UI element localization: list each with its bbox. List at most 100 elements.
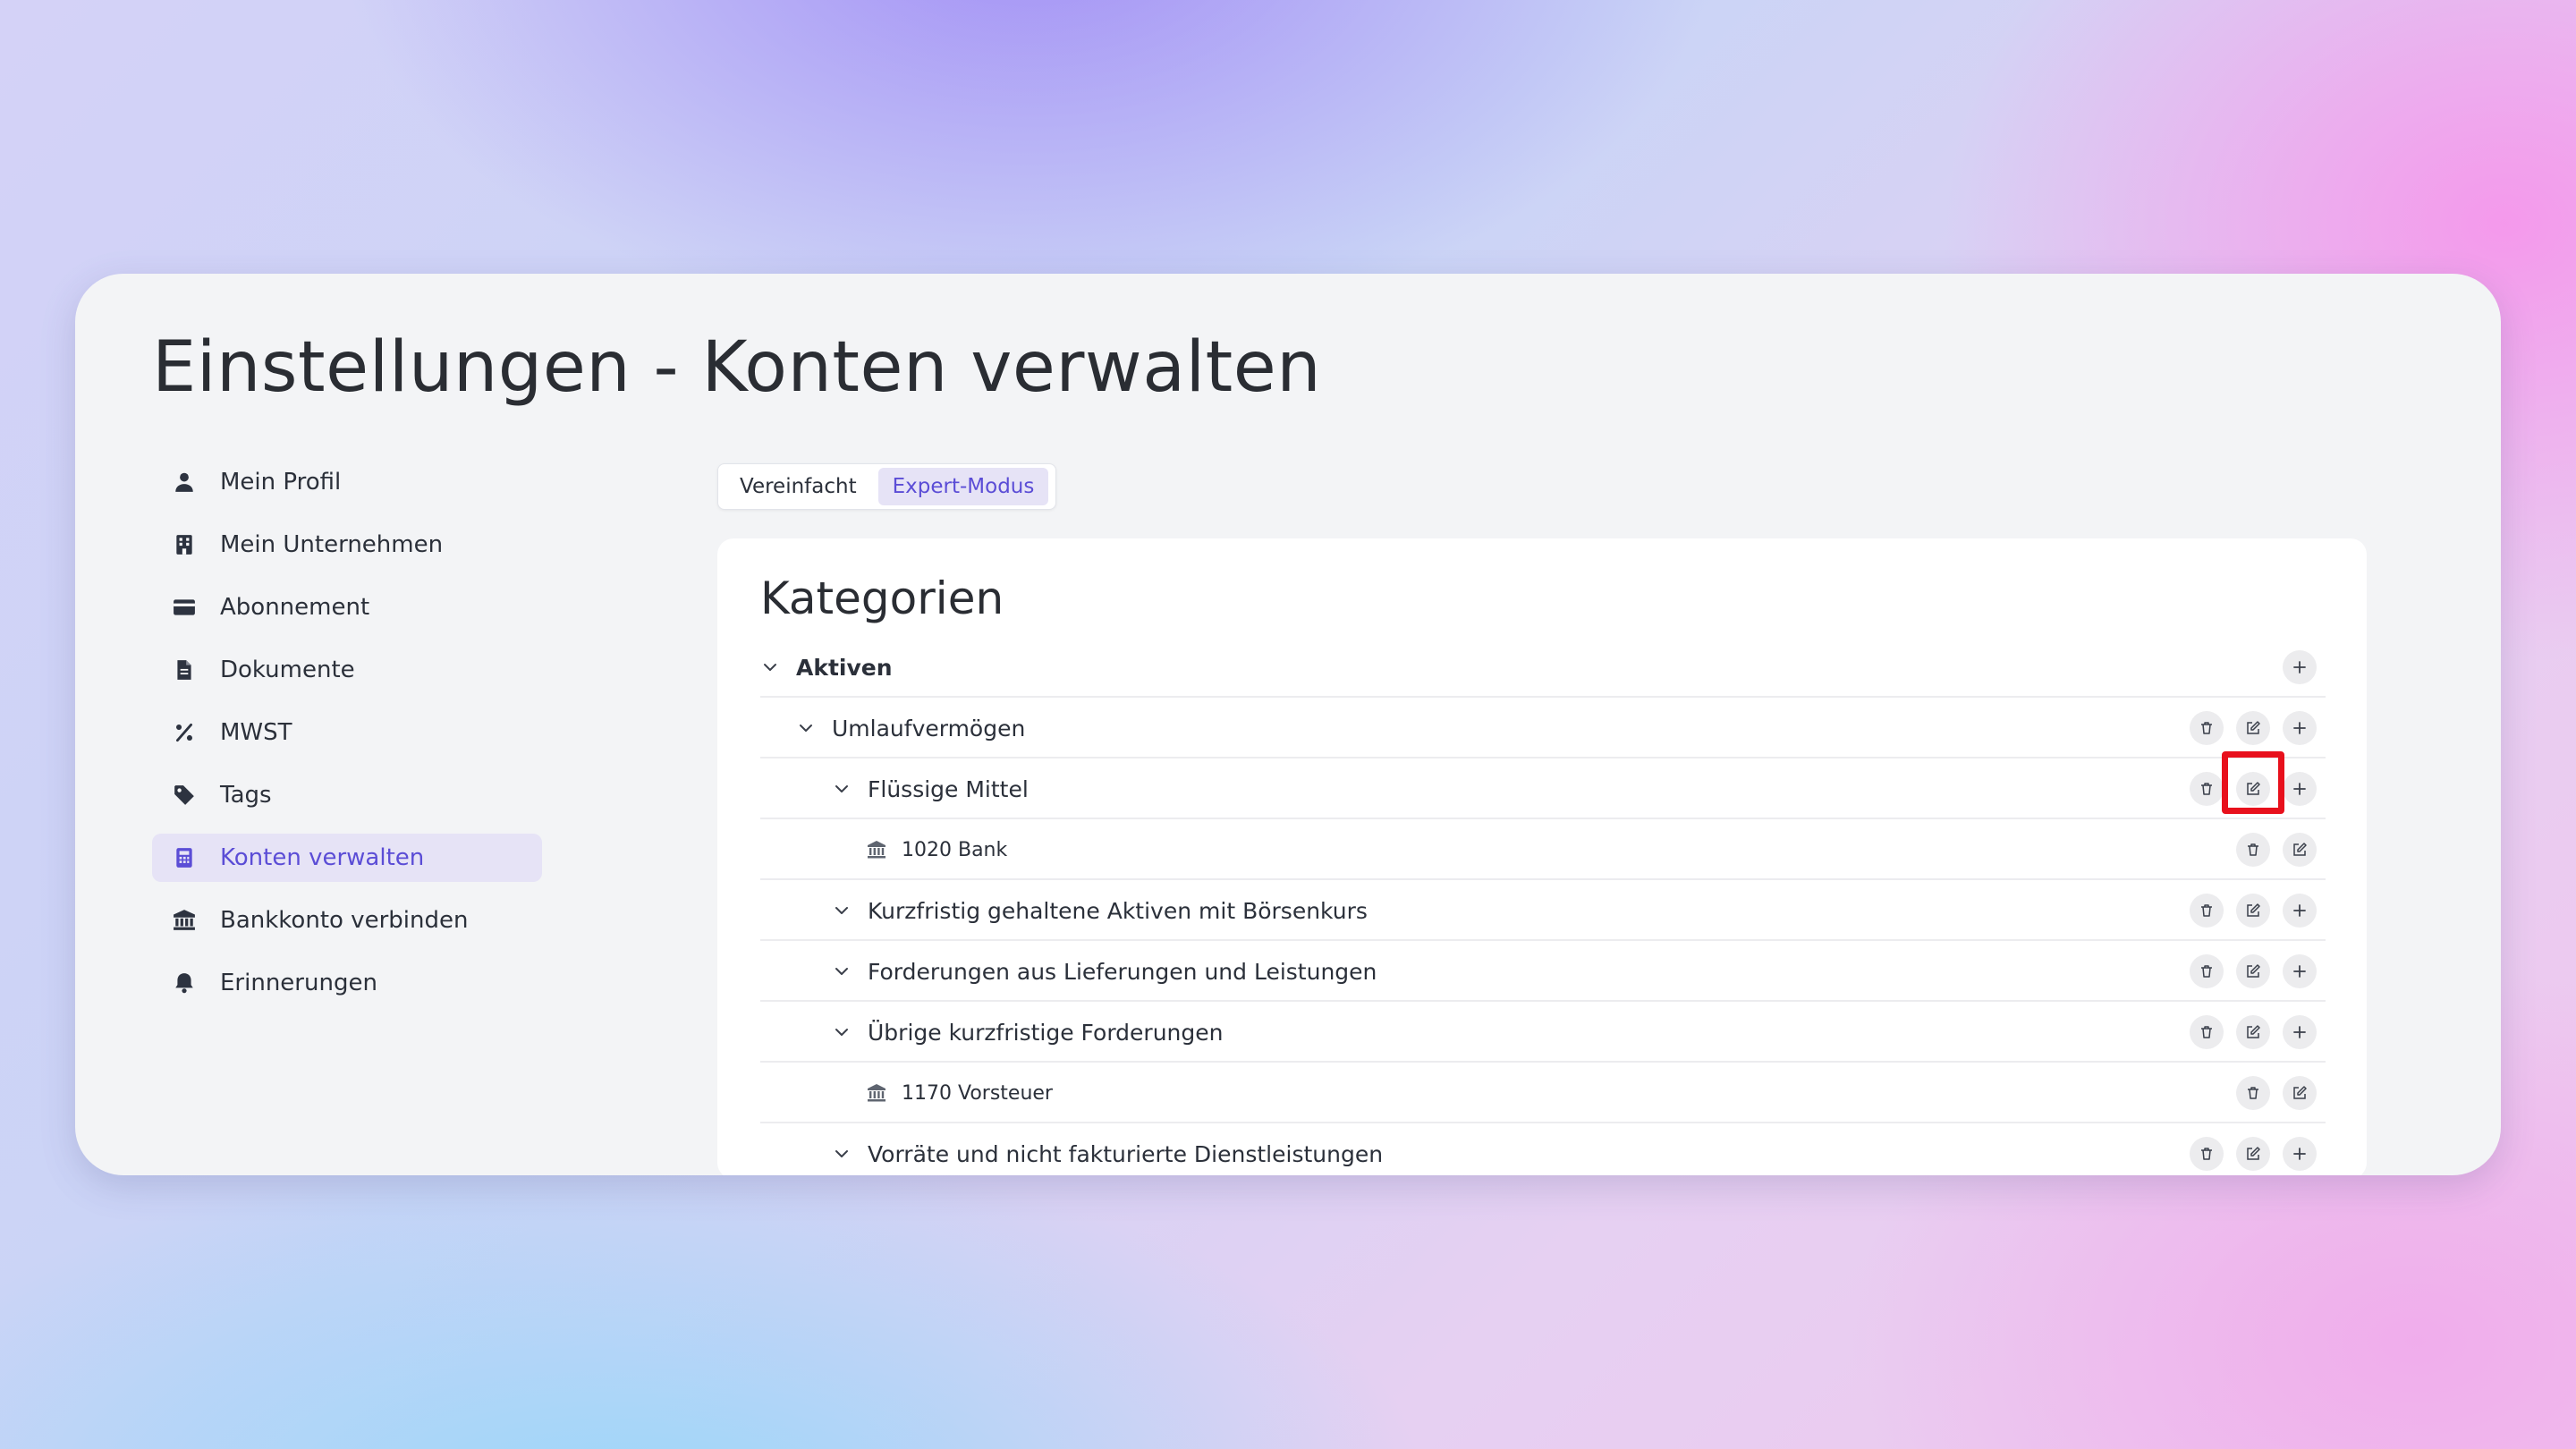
edit-icon bbox=[2247, 1025, 2260, 1038]
tree-row[interactable]: Übrige kurzfristige Forderungen bbox=[760, 1002, 2326, 1063]
document-icon bbox=[168, 654, 200, 686]
mode-expert-button[interactable]: Expert-Modus bbox=[877, 468, 1049, 505]
sidebar-item-dokumente[interactable]: Dokumente bbox=[152, 646, 542, 694]
delete-button[interactable] bbox=[2190, 772, 2224, 806]
trash-icon bbox=[2201, 1148, 2212, 1160]
sidebar-item-mein-unternehmen[interactable]: Mein Unternehmen bbox=[152, 521, 542, 569]
edit-button[interactable] bbox=[2236, 711, 2270, 745]
sidebar-item-bankkonto-verbinden[interactable]: Bankkonto verbinden bbox=[152, 896, 542, 945]
user-icon bbox=[168, 466, 200, 498]
delete-button[interactable] bbox=[2236, 833, 2270, 867]
tree-row[interactable]: 1020 Bank bbox=[760, 819, 2326, 880]
chevron-down-icon[interactable] bbox=[832, 1144, 852, 1164]
sidebar-item-tags[interactable]: Tags bbox=[152, 771, 542, 819]
trash-icon bbox=[2201, 904, 2212, 917]
plus-icon bbox=[2293, 722, 2306, 734]
sidebar-item-konten-verwalten[interactable]: Konten verwalten bbox=[152, 834, 542, 882]
mode-toggle: Vereinfacht Expert-Modus bbox=[717, 463, 1057, 510]
tree-row-label: Umlaufvermögen bbox=[832, 715, 1026, 741]
edit-button-highlight bbox=[2222, 751, 2284, 814]
sidebar-item-label: Abonnement bbox=[220, 594, 370, 621]
delete-button[interactable] bbox=[2190, 1137, 2224, 1171]
sidebar-item-erinnerungen[interactable]: Erinnerungen bbox=[152, 959, 542, 1007]
plus-icon bbox=[2293, 783, 2306, 795]
delete-button[interactable] bbox=[2190, 1015, 2224, 1049]
sidebar-item-label: Tags bbox=[220, 782, 272, 809]
add-button[interactable] bbox=[2283, 1137, 2317, 1171]
tree-row-label: Kurzfristig gehaltene Aktiven mit Börsen… bbox=[868, 897, 1368, 924]
trash-icon bbox=[2201, 965, 2212, 978]
edit-button[interactable] bbox=[2236, 1137, 2270, 1171]
tree-row[interactable]: Forderungen aus Lieferungen und Leistung… bbox=[760, 941, 2326, 1002]
chevron-down-icon[interactable] bbox=[760, 657, 780, 677]
sidebar-item-mwst[interactable]: MWST bbox=[152, 708, 542, 757]
tree-row-label: 1170 Vorsteuer bbox=[902, 1081, 1053, 1105]
tree-row[interactable]: Flüssige Mittel bbox=[760, 758, 2326, 819]
tag-icon bbox=[168, 779, 200, 811]
tree-row-label: Vorräte und nicht fakturierte Dienstleis… bbox=[868, 1140, 1384, 1167]
sidebar-item-label: Dokumente bbox=[220, 657, 355, 683]
row-actions bbox=[2236, 1076, 2317, 1110]
bank-icon bbox=[866, 838, 889, 861]
tree-row[interactable]: Aktiven bbox=[760, 637, 2326, 698]
edit-button[interactable] bbox=[2236, 954, 2270, 988]
trash-icon bbox=[2248, 1087, 2258, 1099]
edit-button[interactable] bbox=[2283, 833, 2317, 867]
sidebar-item-label: Erinnerungen bbox=[220, 970, 377, 996]
chevron-down-icon[interactable] bbox=[832, 962, 852, 981]
tree-row[interactable]: Umlaufvermögen bbox=[760, 698, 2326, 758]
bank-icon bbox=[168, 904, 200, 936]
sidebar-item-label: Mein Profil bbox=[220, 469, 342, 496]
sidebar-item-label: Konten verwalten bbox=[220, 844, 425, 871]
percent-icon bbox=[168, 716, 200, 749]
add-button[interactable] bbox=[2283, 1015, 2317, 1049]
chevron-down-icon[interactable] bbox=[796, 718, 816, 738]
tree-row-label: Forderungen aus Lieferungen und Leistung… bbox=[868, 958, 1377, 985]
delete-button[interactable] bbox=[2190, 954, 2224, 988]
edit-icon bbox=[2247, 903, 2260, 917]
edit-button[interactable] bbox=[2283, 1076, 2317, 1110]
sidebar-item-label: Bankkonto verbinden bbox=[220, 907, 469, 934]
plus-icon bbox=[2293, 661, 2306, 674]
sidebar-item-label: MWST bbox=[220, 719, 292, 746]
chevron-down-icon[interactable] bbox=[832, 779, 852, 799]
edit-icon bbox=[2293, 843, 2307, 856]
delete-button[interactable] bbox=[2190, 711, 2224, 745]
page-title: Einstellungen - Konten verwalten bbox=[152, 327, 1322, 408]
tree-row[interactable]: 1170 Vorsteuer bbox=[760, 1063, 2326, 1123]
plus-icon bbox=[2293, 1148, 2306, 1160]
tree-row-label: Übrige kurzfristige Forderungen bbox=[868, 1019, 1224, 1046]
trash-icon bbox=[2248, 843, 2258, 856]
tree-row[interactable]: Vorräte und nicht fakturierte Dienstleis… bbox=[760, 1123, 2326, 1175]
edit-button[interactable] bbox=[2236, 894, 2270, 928]
chevron-down-icon[interactable] bbox=[832, 1022, 852, 1042]
edit-icon bbox=[2247, 721, 2260, 734]
sidebar-item-abonnement[interactable]: Abonnement bbox=[152, 583, 542, 631]
delete-button[interactable] bbox=[2236, 1076, 2270, 1110]
category-tree: Aktiven Umlaufvermögen Flüssige Mittel 1… bbox=[760, 637, 2326, 1175]
categories-card: Kategorien Aktiven Umlaufvermögen Flüssi… bbox=[717, 538, 2367, 1175]
add-button[interactable] bbox=[2283, 711, 2317, 745]
settings-sidebar: Mein Profil Mein Unternehmen Abonnement … bbox=[152, 458, 542, 1021]
add-button[interactable] bbox=[2283, 650, 2317, 684]
row-actions bbox=[2190, 894, 2317, 928]
delete-button[interactable] bbox=[2190, 894, 2224, 928]
add-button[interactable] bbox=[2283, 894, 2317, 928]
trash-icon bbox=[2201, 722, 2212, 734]
add-button[interactable] bbox=[2283, 772, 2317, 806]
add-button[interactable] bbox=[2283, 954, 2317, 988]
tree-row-label: Flüssige Mittel bbox=[868, 775, 1029, 802]
edit-icon bbox=[2293, 1086, 2307, 1099]
chevron-down-icon[interactable] bbox=[832, 901, 852, 920]
row-actions bbox=[2236, 833, 2317, 867]
sidebar-item-label: Mein Unternehmen bbox=[220, 531, 444, 558]
mode-simple-button[interactable]: Vereinfacht bbox=[725, 468, 871, 505]
tree-row-label: Aktiven bbox=[796, 654, 893, 681]
categories-title: Kategorien bbox=[760, 572, 1004, 624]
edit-button[interactable] bbox=[2236, 1015, 2270, 1049]
tree-row[interactable]: Kurzfristig gehaltene Aktiven mit Börsen… bbox=[760, 880, 2326, 941]
calculator-icon bbox=[168, 842, 200, 874]
sidebar-item-mein-profil[interactable]: Mein Profil bbox=[152, 458, 542, 506]
trash-icon bbox=[2201, 1026, 2212, 1038]
edit-icon bbox=[2247, 964, 2260, 978]
